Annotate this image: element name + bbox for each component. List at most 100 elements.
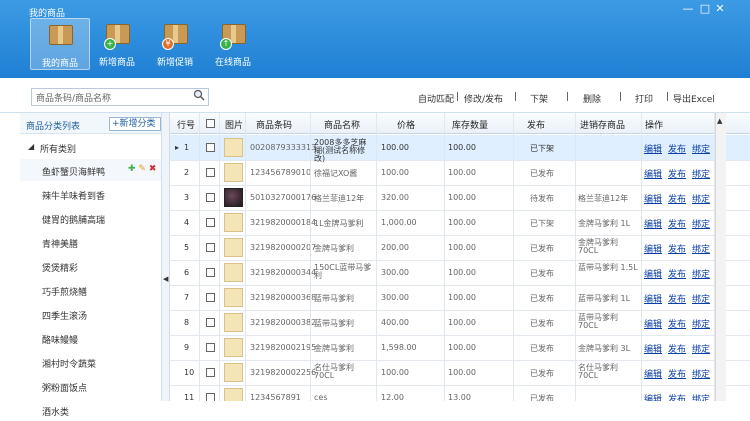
export-excel-link[interactable]: 导出Excel [673,92,715,105]
bind-link[interactable]: 绑定 [692,317,710,330]
category-item[interactable]: 酒水类 [20,399,161,421]
status-cell: 已发布 [530,369,554,378]
publish-link[interactable]: 发布 [668,217,686,230]
bind-link[interactable]: 绑定 [692,217,710,230]
row-checkbox[interactable] [206,368,215,377]
category-item[interactable]: 煲煲精彩 [20,255,161,277]
edit-link[interactable]: 编辑 [644,242,662,255]
collapse-arrow-icon[interactable]: ◢ [28,142,34,151]
bind-link[interactable]: 绑定 [692,167,710,180]
collapse-left-icon[interactable]: ◀ [163,275,168,283]
category-root[interactable]: ◢ 所有类别 [20,136,161,158]
edit-link[interactable]: 编辑 [644,192,662,205]
table-row[interactable]: 8 3219820000382 蓝带马爹利 400.00 100.00 已发布 蓝带马爹利 … [170,310,750,336]
category-item[interactable]: 青神美膳 [20,231,161,253]
maximize-button[interactable]: □ [697,2,713,15]
table-row[interactable]: 5 3219820000207 金牌马爹利 200.00 100.00 已发布 金牌马爹利 … [170,235,750,261]
add-category-button[interactable]: +新增分类 [109,117,161,131]
row-checkbox[interactable] [206,193,215,202]
row-checkbox[interactable] [206,218,215,227]
table-row[interactable]: 10 3219820002256 名仕马爹利 70CL 100.00 100.00 已发布… [170,360,750,386]
bind-link[interactable]: 绑定 [692,392,710,401]
table-row[interactable]: 2 123456789010 徐福记XO酱 100.00 100.00 已发布 编辑 发布 绑定 [170,160,750,186]
publish-link[interactable]: 发布 [668,292,686,305]
row-checkbox[interactable] [206,343,215,352]
table-row[interactable]: 4 3219820000184 1L金牌马爹利 1,000.00 100.00 已下架 金牌… [170,210,750,236]
add-icon[interactable]: ✚ [128,164,136,174]
bind-link[interactable]: 绑定 [692,267,710,280]
category-item[interactable]: 湘村时令蔬菜 [20,351,161,373]
publish-link[interactable]: 发布 [668,317,686,330]
edit-link[interactable]: 编辑 [644,267,662,280]
sidebar-header: 商品分类列表 +新增分类 [20,113,161,134]
delete-link[interactable]: 删除 [583,92,601,105]
table-row[interactable]: ▸ 1 0020879333313 2008多多芝麻糊(测试名称修改) 100.00 10… [170,135,750,163]
search-icon[interactable] [193,89,205,101]
row-checkbox[interactable] [206,243,215,252]
close-button[interactable]: ✕ [712,2,728,15]
publish-link[interactable]: 发布 [668,267,686,280]
edit-link[interactable]: 编辑 [644,367,662,380]
edit-link[interactable]: 编辑 [644,292,662,305]
row-checkbox[interactable] [206,318,215,327]
category-item[interactable]: 酪味鳗鳗 [20,327,161,349]
edit-link[interactable]: 编辑 [644,342,662,355]
category-item[interactable]: 健胃的鹅脯高瑞 [20,207,161,229]
search-input[interactable]: 商品条码/商品名称 [31,88,209,106]
edit-link[interactable]: 编辑 [644,317,662,330]
panel-splitter[interactable]: ◀ [162,113,170,401]
erp-cell: 蓝带马爹利 1L [578,294,631,303]
toolbar-label: 新增商品 [98,58,135,68]
row-checkbox[interactable] [206,268,215,277]
row-checkbox[interactable] [206,168,215,177]
print-link[interactable]: 打印 [635,92,653,105]
bind-link[interactable]: 绑定 [692,242,710,255]
toolbar-online-products[interactable]: ↑ 在线商品 [204,18,262,68]
minimize-button[interactable]: — [680,2,696,15]
edit-link[interactable]: 编辑 [644,392,662,401]
edit-link[interactable]: 编辑 [644,217,662,230]
row-checkbox[interactable] [206,393,215,401]
publish-link[interactable]: 发布 [668,367,686,380]
auto-match-link[interactable]: 自动匹配 [418,92,454,105]
stock-cell: 100.00 [448,168,476,177]
category-item[interactable]: 粥粉面饭点 [20,375,161,397]
table-row[interactable]: 3 5010327000176 格兰菲迪12年 320.00 100.00 待发布 格兰菲迪… [170,185,750,211]
edit-link[interactable]: 编辑 [644,142,662,155]
unshelf-link[interactable]: 下架 [530,92,548,105]
select-all-checkbox[interactable] [206,119,215,128]
toolbar-add-product[interactable]: + 新增商品 [88,18,146,68]
edit-link[interactable]: 编辑 [644,167,662,180]
edit-icon[interactable]: ✎ [138,164,146,174]
stock-cell: 100.00 [448,143,476,152]
publish-link[interactable]: 发布 [668,142,686,155]
publish-link[interactable]: 发布 [668,342,686,355]
bind-link[interactable]: 绑定 [692,367,710,380]
table-row[interactable]: 11 1234567891 ces 12.00 13.00 已发布 编辑 发布 绑定 [170,385,750,401]
edit-publish-link[interactable]: 修改/发布 [464,92,503,105]
row-checkbox[interactable] [206,293,215,302]
category-item[interactable]: 辣牛羊味肴到香 [20,183,161,205]
row-checkbox[interactable] [206,143,215,152]
table-row[interactable]: 7 3219820000368 蓝带马爹利 300.00 100.00 已发布 蓝带马爹利 … [170,285,750,311]
bind-link[interactable]: 绑定 [692,192,710,205]
publish-link[interactable]: 发布 [668,192,686,205]
table-row[interactable]: 9 3219820002195 金牌马爹利 1,598.00 100.00 已发布 金牌马爹… [170,335,750,361]
table-scrollbar[interactable]: ▲ [715,113,726,401]
publish-link[interactable]: 发布 [668,167,686,180]
toolbar-my-products[interactable]: 我的商品 [30,18,90,70]
toolbar-add-promotion[interactable]: ¥ 新增促销 [146,18,204,68]
publish-link[interactable]: 发布 [668,242,686,255]
category-item[interactable]: 巧手煎烧鳝 [20,279,161,301]
bind-link[interactable]: 绑定 [692,142,710,155]
erp-cell: 蓝带马爹利 70CL [578,313,618,330]
table-row[interactable]: 6 3219820000344 150CL蓝带马爹利 300.00 100.00 已发布 蓝… [170,260,750,286]
bind-link[interactable]: 绑定 [692,342,710,355]
publish-link[interactable]: 发布 [668,392,686,401]
bind-link[interactable]: 绑定 [692,292,710,305]
delete-icon[interactable]: ✖ [149,164,157,174]
category-item[interactable]: 四季生滚汤 [20,303,161,325]
product-thumbnail [224,213,243,232]
category-item[interactable]: 鱼虾蟹贝海鲜鸭 ✚ ✎ ✖ [20,159,161,181]
scroll-up-icon[interactable]: ▲ [717,117,722,125]
